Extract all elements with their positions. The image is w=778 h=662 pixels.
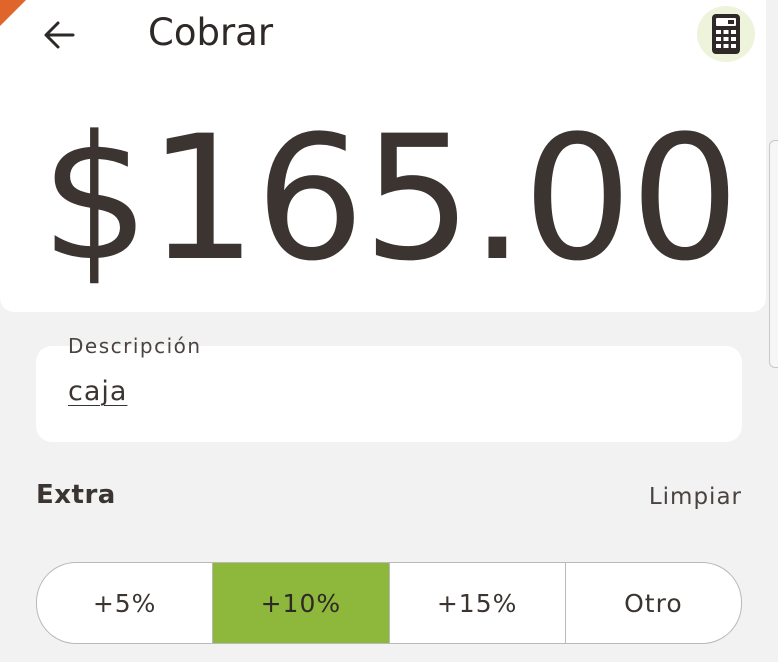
extra-option-5[interactable]: +5% [37, 563, 212, 643]
calculator-icon [712, 14, 740, 54]
clear-button[interactable]: Limpiar [649, 484, 742, 510]
corner-ribbon [0, 0, 26, 26]
extra-segmented-control: +5% +10% +15% Otro [36, 562, 742, 644]
extra-option-other[interactable]: Otro [564, 563, 741, 643]
amount-display: $165.00 [40, 98, 739, 299]
arrow-left-icon [44, 21, 75, 49]
scrollbar[interactable] [769, 140, 778, 368]
extra-option-10[interactable]: +10% [212, 563, 389, 643]
description-input[interactable]: caja [68, 376, 127, 407]
description-label: Descripción [68, 334, 202, 358]
page-title: Cobrar [148, 11, 274, 54]
calculator-button[interactable] [697, 6, 755, 62]
description-field[interactable] [36, 346, 742, 442]
extra-label: Extra [36, 480, 116, 510]
back-button[interactable] [38, 14, 80, 56]
extra-option-15[interactable]: +15% [388, 563, 565, 643]
